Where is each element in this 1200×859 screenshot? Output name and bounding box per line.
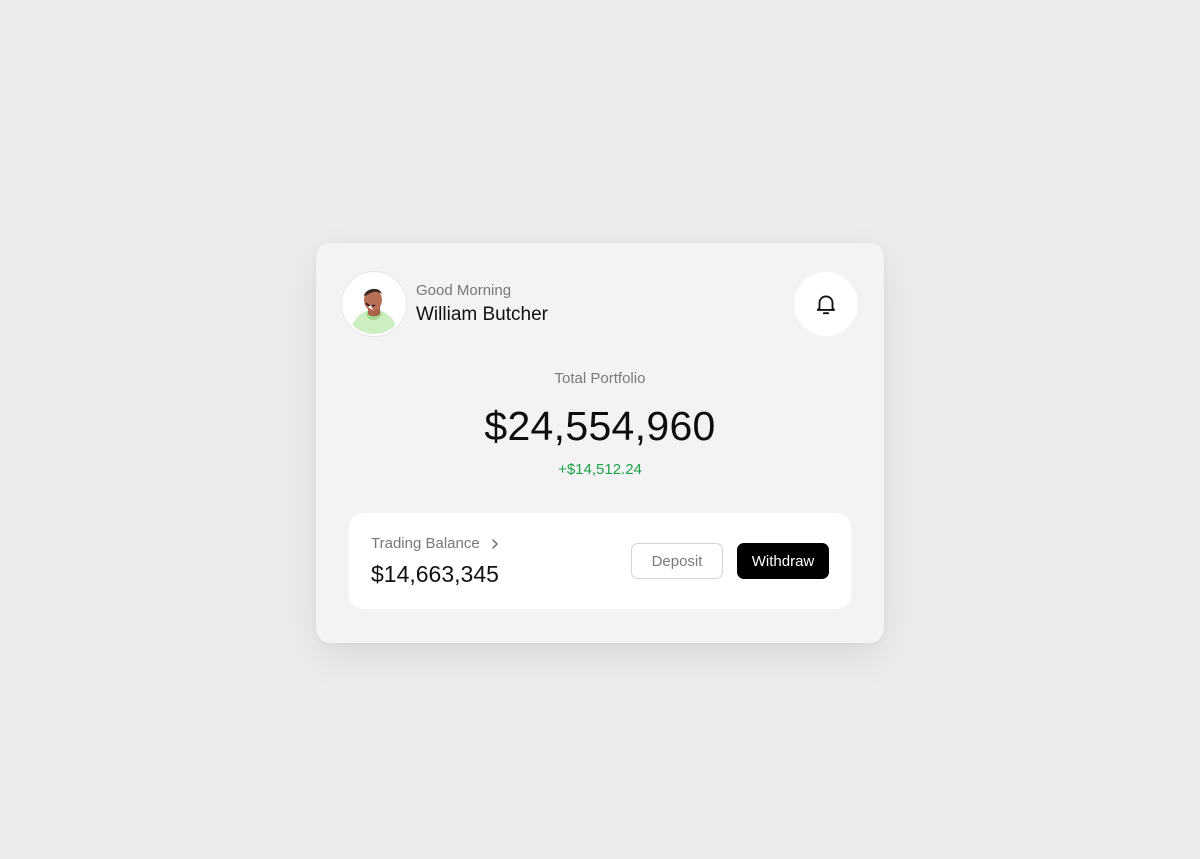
portfolio-card: Good Morning William Butcher Total Portf… — [316, 243, 884, 643]
total-portfolio-label: Total Portfolio — [554, 370, 646, 387]
trading-balance-value: $14,663,345 — [371, 561, 499, 587]
deposit-button[interactable]: Deposit — [631, 543, 723, 579]
portfolio-change: +$14,512.24 — [558, 461, 642, 478]
withdraw-button[interactable]: Withdraw — [737, 543, 829, 579]
total-portfolio-value: $24,554,960 — [484, 403, 716, 449]
trading-balance-link[interactable]: Trading Balance — [371, 535, 500, 552]
chevron-right-icon — [490, 538, 500, 550]
user-name: William Butcher — [416, 304, 548, 325]
bell-icon — [816, 295, 836, 315]
notifications-button[interactable] — [794, 272, 858, 336]
trading-balance-panel: Trading Balance $14,663,345 Deposit With… — [349, 513, 851, 609]
avatar[interactable] — [342, 272, 406, 336]
card-header: Good Morning William Butcher — [342, 272, 858, 336]
user-avatar-illustration — [344, 274, 404, 334]
greeting-text: Good Morning — [416, 282, 512, 299]
trading-balance-label: Trading Balance — [371, 535, 480, 552]
